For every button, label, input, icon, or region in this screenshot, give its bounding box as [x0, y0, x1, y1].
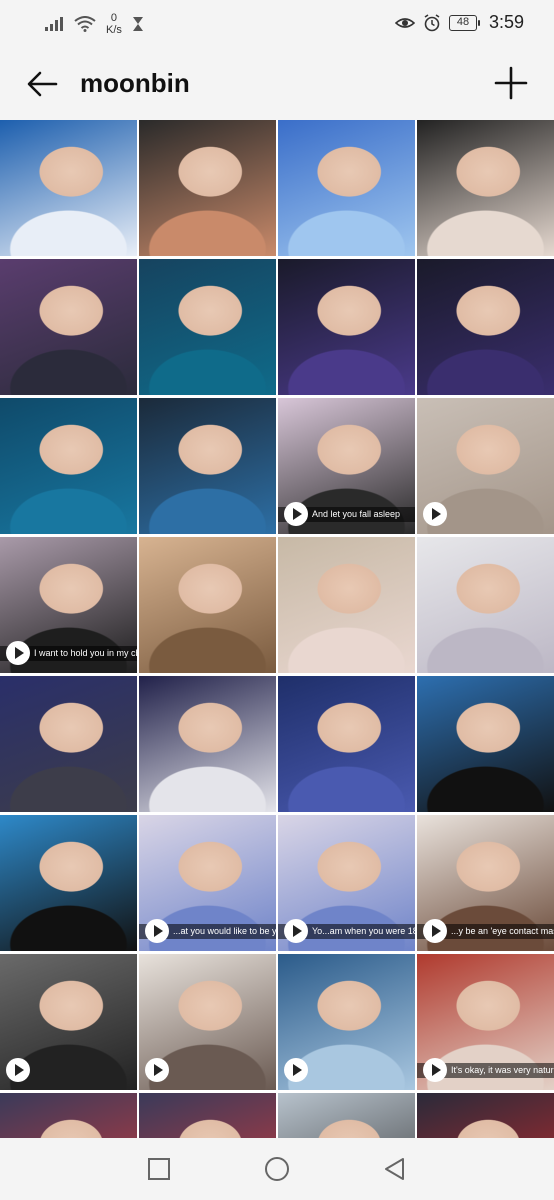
thumbnail-image	[139, 259, 276, 395]
video-tile[interactable]: I want to hold you in my chest More warm…	[0, 537, 137, 673]
thumbnail-image	[0, 1093, 137, 1138]
photo-tile[interactable]	[0, 815, 137, 951]
circle-icon[interactable]	[264, 1156, 290, 1182]
clock: 3:59	[488, 12, 524, 32]
thumbnail-image	[0, 259, 137, 395]
hourglass-icon	[132, 17, 143, 31]
photo-tile[interactable]	[278, 1093, 415, 1138]
status-left: 0 K/s	[44, 12, 144, 36]
play-icon	[284, 502, 308, 526]
photo-tile[interactable]	[0, 676, 137, 812]
status-bar: 0 K/s 48 3:59	[0, 0, 554, 48]
photo-tile[interactable]	[139, 120, 276, 256]
network-speed: 0 K/s	[106, 12, 122, 36]
header: moonbin	[0, 48, 554, 120]
photo-tile[interactable]	[139, 537, 276, 673]
plus-icon[interactable]	[494, 66, 528, 100]
video-tile[interactable]: It's okay, it was very natural	[417, 954, 554, 1090]
play-icon	[6, 641, 30, 665]
photo-tile[interactable]	[139, 398, 276, 534]
video-tile[interactable]: ...y be an 'eye contact master	[417, 815, 554, 951]
photo-tile[interactable]	[278, 120, 415, 256]
network-speed-value: 0	[110, 12, 118, 24]
thumbnail-image	[0, 398, 137, 534]
video-tile[interactable]	[0, 954, 137, 1090]
play-icon	[284, 1058, 308, 1082]
photo-tile[interactable]	[278, 259, 415, 395]
video-tile[interactable]	[139, 954, 276, 1090]
thumbnail-image	[139, 1093, 276, 1138]
play-icon	[145, 919, 169, 943]
photo-tile[interactable]	[278, 537, 415, 673]
thumbnail-image	[278, 1093, 415, 1138]
thumbnail-image	[278, 537, 415, 673]
thumbnail-image	[417, 259, 554, 395]
play-icon	[423, 1058, 447, 1082]
photo-tile[interactable]	[417, 1093, 554, 1138]
thumbnail-image	[278, 259, 415, 395]
photo-tile[interactable]	[0, 1093, 137, 1138]
photo-tile[interactable]	[139, 259, 276, 395]
photo-tile[interactable]	[417, 259, 554, 395]
photo-tile[interactable]	[0, 398, 137, 534]
video-tile[interactable]: Yo...am when you were 18: Celeb	[278, 815, 415, 951]
photo-tile[interactable]	[0, 259, 137, 395]
video-tile[interactable]	[417, 398, 554, 534]
video-tile[interactable]: And let you fall asleep	[278, 398, 415, 534]
thumbnail-image	[278, 676, 415, 812]
triangle-back-icon[interactable]	[382, 1156, 408, 1182]
photo-tile[interactable]	[139, 1093, 276, 1138]
video-tile[interactable]: ...at you would like to be your	[139, 815, 276, 951]
thumbnail-image	[417, 120, 554, 256]
photo-tile[interactable]	[139, 676, 276, 812]
thumbnail-image	[0, 676, 137, 812]
photo-grid: And let you fall asleep I want to hold yo…	[0, 120, 554, 1138]
system-nav-bar	[0, 1138, 554, 1200]
alarm-icon	[424, 13, 440, 31]
photo-tile[interactable]	[417, 120, 554, 256]
thumbnail-image	[0, 815, 137, 951]
network-speed-unit: K/s	[106, 24, 122, 36]
page-title: moonbin	[80, 68, 190, 98]
video-tile[interactable]	[278, 954, 415, 1090]
photo-tile[interactable]	[417, 537, 554, 673]
play-icon	[423, 502, 447, 526]
status-right: 48 3:59	[394, 12, 524, 33]
play-icon	[6, 1058, 30, 1082]
thumbnail-image	[139, 537, 276, 673]
square-icon[interactable]	[146, 1156, 172, 1182]
photo-tile[interactable]	[417, 676, 554, 812]
thumbnail-image	[417, 676, 554, 812]
arrow-left-icon[interactable]	[24, 66, 60, 102]
thumbnail-image	[139, 676, 276, 812]
play-icon	[284, 919, 308, 943]
photo-tile[interactable]	[278, 676, 415, 812]
eye-icon	[394, 17, 415, 28]
wifi-icon	[74, 16, 96, 32]
play-icon	[145, 1058, 169, 1082]
thumbnail-image	[139, 398, 276, 534]
play-icon	[423, 919, 447, 943]
thumbnail-image	[278, 120, 415, 256]
thumbnail-image	[0, 120, 137, 256]
signal-icon	[45, 17, 63, 31]
thumbnail-image	[417, 537, 554, 673]
photo-tile[interactable]	[0, 120, 137, 256]
thumbnail-image	[139, 120, 276, 256]
thumbnail-image	[417, 1093, 554, 1138]
battery-icon: 48	[448, 14, 480, 31]
